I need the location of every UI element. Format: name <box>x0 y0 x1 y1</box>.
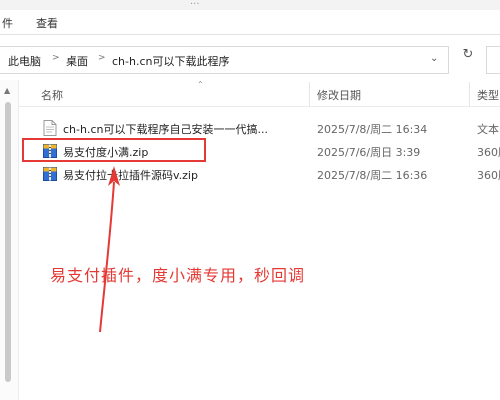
red-arrow-annotation <box>99 166 120 333</box>
annotation-text: 易支付插件，度小满专用，秒回调 <box>50 266 306 285</box>
